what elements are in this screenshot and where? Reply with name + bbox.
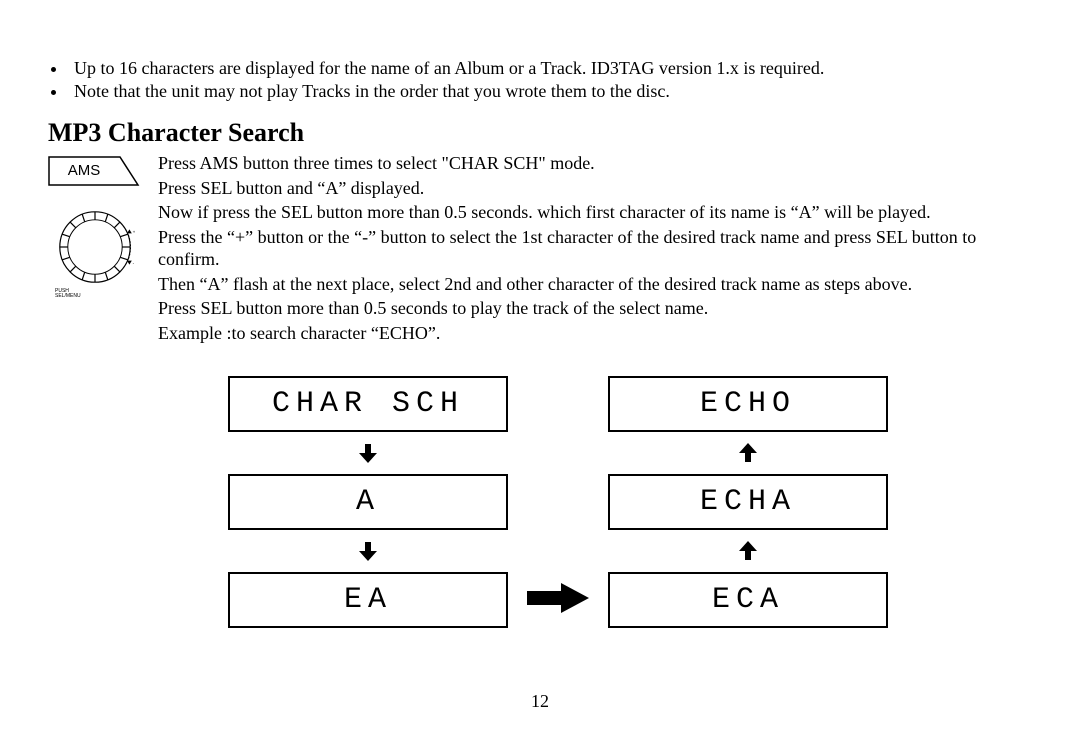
instruction-line: Press SEL button more than 0.5 seconds t… <box>158 297 1038 320</box>
knob-svg: + - <box>55 207 135 287</box>
instruction-line: Then “A” flash at the next place, select… <box>158 273 1038 296</box>
svg-text:-: - <box>133 262 135 267</box>
arrow-down-icon <box>354 538 382 564</box>
rotary-knob-icon: + - PUSH SEL/MENU <box>48 207 142 299</box>
knob-caption: PUSH SEL/MENU <box>55 289 135 299</box>
arrow-right-wrap <box>508 572 608 628</box>
note-item: Up to 16 characters are displayed for th… <box>68 58 1038 79</box>
instruction-line: Press SEL button and “A” displayed. <box>158 177 1038 200</box>
page-number: 12 <box>0 691 1080 712</box>
display-box: ECHA <box>608 474 888 530</box>
section-title: MP3 Character Search <box>48 118 1038 148</box>
display-box: A <box>228 474 508 530</box>
arrow-up-icon <box>734 538 762 564</box>
right-sequence: ECHO ECHA ECA <box>608 376 888 628</box>
arrow-up-icon <box>734 440 762 466</box>
display-box: ECA <box>608 572 888 628</box>
note-item: Note that the unit may not play Tracks i… <box>68 81 1038 102</box>
display-sequence-diagram: CHAR SCH A EA ECHO ECHA ECA <box>228 376 1038 628</box>
display-box: EA <box>228 572 508 628</box>
svg-text:+: + <box>133 230 135 235</box>
instruction-line: Press the “+” button or the “-” button t… <box>158 226 1038 271</box>
ams-button-icon: AMS <box>48 156 134 191</box>
display-box: ECHO <box>608 376 888 432</box>
ams-label: AMS <box>48 156 120 186</box>
left-sequence: CHAR SCH A EA <box>228 376 508 628</box>
instruction-block: AMS <box>48 152 1038 346</box>
display-box: CHAR SCH <box>228 376 508 432</box>
instruction-line: Example :to search character “ECHO”. <box>158 322 1038 345</box>
icons-column: AMS <box>48 152 142 299</box>
arrow-down-icon <box>354 440 382 466</box>
instruction-line: Now if press the SEL button more than 0.… <box>158 201 1038 224</box>
instruction-line: Press AMS button three times to select "… <box>158 152 1038 175</box>
instruction-paragraphs: Press AMS button three times to select "… <box>158 152 1038 346</box>
arrow-right-icon <box>523 580 593 621</box>
notes-list: Up to 16 characters are displayed for th… <box>68 58 1038 102</box>
